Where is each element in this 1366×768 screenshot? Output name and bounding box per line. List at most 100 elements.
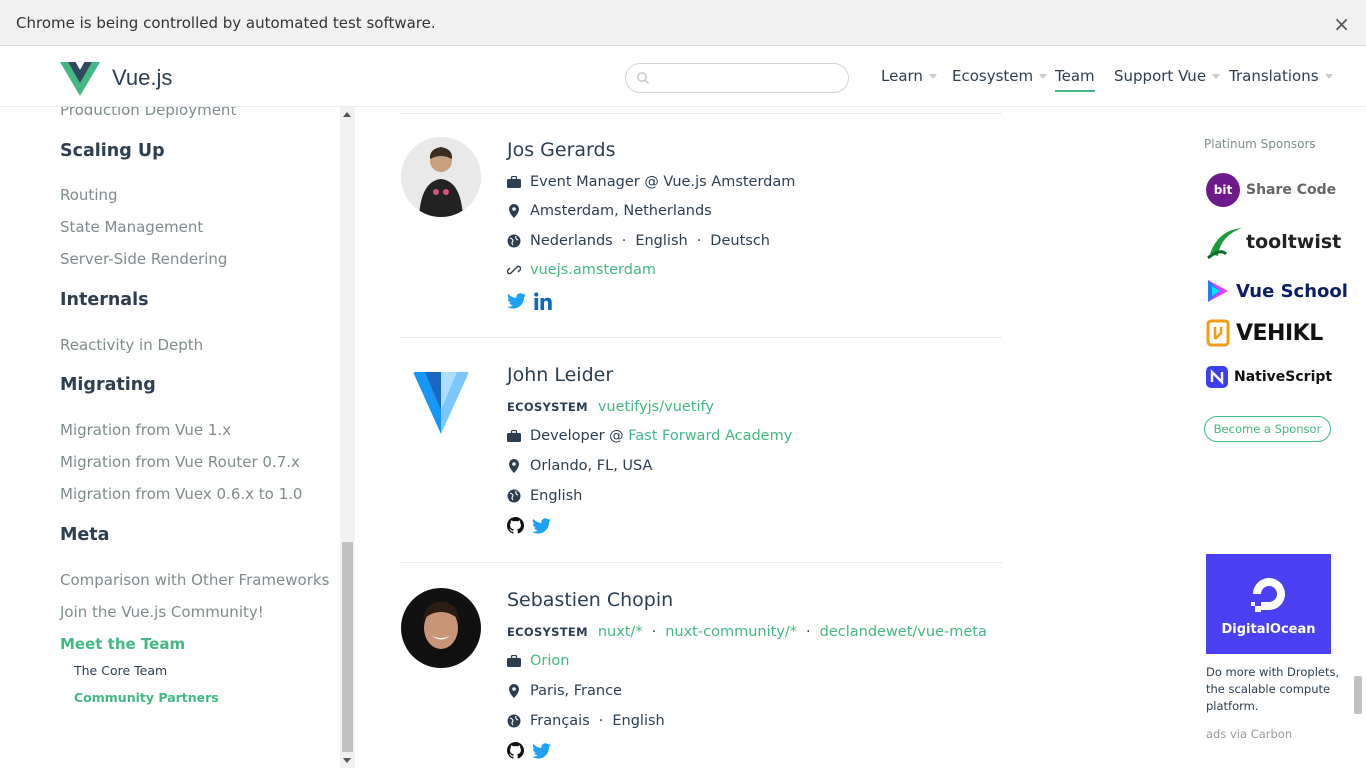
ad-brand: DigitalOcean <box>1221 621 1316 637</box>
member-work: Developer @ Fast Forward Academy <box>507 428 792 444</box>
divider <box>401 562 1001 563</box>
member-languages: Français · English <box>507 713 665 729</box>
twitter-icon[interactable] <box>507 293 526 313</box>
ecosystem-link[interactable]: declandewet/vue-meta <box>820 624 987 640</box>
avatar <box>401 137 481 217</box>
member-location: Orlando, FL, USA <box>507 458 652 474</box>
sponsor-name: tooltwist <box>1246 231 1342 253</box>
vue-logo-icon <box>60 62 100 96</box>
chevron-down-icon <box>1324 73 1333 79</box>
sidebar-sublink-community-partners[interactable]: Community Partners <box>74 690 219 705</box>
nav-label: Support Vue <box>1114 67 1207 85</box>
member-location-text: Orlando, FL, USA <box>530 458 653 474</box>
sponsor-vue-school[interactable]: Vue School <box>1206 278 1348 304</box>
logo[interactable]: Vue.js <box>60 60 172 96</box>
profile-photo <box>401 588 481 668</box>
digitalocean-logo-icon <box>1250 577 1285 612</box>
language: English <box>530 488 583 504</box>
nav-translations[interactable]: Translations <box>1229 67 1333 85</box>
sponsor-name: VEHIKL <box>1236 320 1323 346</box>
avatar <box>401 362 481 442</box>
sidebar-link-comparison[interactable]: Comparison with Other Frameworks <box>60 571 329 589</box>
member-location: Amsterdam, Netherlands <box>507 203 712 219</box>
sidebar-link-state-management[interactable]: State Management <box>60 218 203 236</box>
sidebar-link-join-community[interactable]: Join the Vue.js Community! <box>60 603 264 621</box>
member-location-text: Paris, France <box>530 683 622 699</box>
twitter-icon[interactable] <box>532 742 551 763</box>
sidebar-heading-internals: Internals <box>60 290 149 310</box>
briefcase-icon <box>507 429 521 443</box>
become-sponsor-button[interactable]: Become a Sponsor <box>1204 416 1331 442</box>
sidebar-sublink-core-team[interactable]: The Core Team <box>74 663 167 678</box>
chevron-down-icon <box>1212 73 1221 79</box>
briefcase-icon <box>507 175 521 189</box>
divider <box>401 337 1001 338</box>
sidebar-link-migration-vue1[interactable]: Migration from Vue 1.x <box>60 421 231 439</box>
language: Français <box>530 713 590 729</box>
avatar <box>401 588 481 668</box>
ecosystem-link[interactable]: nuxt/* <box>598 624 643 640</box>
member-work-link[interactable]: Orion <box>530 653 569 669</box>
profile-photo <box>401 137 481 217</box>
chevron-down-icon <box>928 73 937 79</box>
nativescript-logo-icon <box>1206 366 1228 388</box>
sidebar-link-reactivity[interactable]: Reactivity in Depth <box>60 336 203 354</box>
ecosystem-link[interactable]: nuxt-community/* <box>665 624 797 640</box>
twitter-icon[interactable] <box>532 517 551 538</box>
briefcase-icon <box>507 654 521 668</box>
automation-infobar: Chrome is being controlled by automated … <box>0 0 1366 46</box>
github-icon[interactable] <box>507 742 524 763</box>
tooltwist-logo-icon <box>1207 228 1242 260</box>
sidebar-link-migration-vuex[interactable]: Migration from Vuex 0.6.x to 1.0 <box>60 485 302 503</box>
sponsor-tooltwist[interactable]: tooltwist <box>1206 224 1341 260</box>
nav-label: Ecosystem <box>952 67 1034 85</box>
sidebar-scrollbar-thumb[interactable] <box>342 542 353 752</box>
member-languages: English <box>507 488 582 504</box>
ad-text[interactable]: Do more with Droplets, the scalable comp… <box>1206 664 1341 715</box>
sidebar-link-production-deployment[interactable]: Production Deployment <box>60 107 236 119</box>
sponsor-vehikl[interactable]: VEHIKL <box>1206 319 1323 347</box>
scroll-down-icon[interactable] <box>343 758 351 763</box>
sidebar-link-routing[interactable]: Routing <box>60 186 118 204</box>
chevron-down-icon <box>1039 73 1048 79</box>
bit-logo-icon: bit <box>1206 173 1240 207</box>
language: English <box>612 713 665 729</box>
sponsor-nativescript[interactable]: NativeScript <box>1206 366 1332 388</box>
sidebar-link-migration-router[interactable]: Migration from Vue Router 0.7.x <box>60 453 300 471</box>
language: Nederlands <box>530 233 613 249</box>
nav-support-vue[interactable]: Support Vue <box>1114 67 1221 85</box>
page-scrollbar-thumb[interactable] <box>1354 676 1362 714</box>
member-work: Event Manager @ Vue.js Amsterdam <box>507 174 795 190</box>
sponsors-title: Platinum Sponsors <box>1204 137 1316 151</box>
search-box[interactable] <box>625 63 849 93</box>
ecosystem-link[interactable]: vuetifyjs/vuetify <box>598 399 714 415</box>
globe-icon <box>507 234 521 248</box>
member-work-link[interactable]: Fast Forward Academy <box>628 428 792 444</box>
sidebar-link-ssr[interactable]: Server-Side Rendering <box>60 250 227 268</box>
member-website-link[interactable]: vuejs.amsterdam <box>530 262 656 278</box>
sidebar-heading-scaling-up: Scaling Up <box>60 141 165 161</box>
map-marker-icon <box>507 204 521 218</box>
ad-image[interactable]: DigitalOcean <box>1206 554 1331 654</box>
nav-ecosystem[interactable]: Ecosystem <box>952 67 1048 85</box>
search-input[interactable] <box>656 68 836 88</box>
close-icon[interactable]: × <box>1333 12 1350 36</box>
nav-label: Learn <box>881 67 923 85</box>
language: English <box>635 233 688 249</box>
nav-label: Team <box>1055 67 1095 85</box>
ecosystem-label: ECOSYSTEM <box>507 625 588 639</box>
sidebar-link-meet-team[interactable]: Meet the Team <box>60 635 185 653</box>
sponsor-bit[interactable]: bit Share Code <box>1206 173 1336 207</box>
nav-learn[interactable]: Learn <box>881 67 937 85</box>
ad-via[interactable]: ads via Carbon <box>1206 727 1292 741</box>
map-marker-icon <box>507 459 521 473</box>
member-location: Paris, France <box>507 683 622 699</box>
map-marker-icon <box>507 684 521 698</box>
nav-team[interactable]: Team <box>1055 67 1095 92</box>
sponsor-name: NativeScript <box>1234 369 1333 385</box>
github-icon[interactable] <box>507 517 524 538</box>
linkedin-icon[interactable] <box>534 292 552 314</box>
scroll-up-icon[interactable] <box>343 112 351 117</box>
globe-icon <box>507 714 521 728</box>
nav-label: Translations <box>1229 67 1319 85</box>
